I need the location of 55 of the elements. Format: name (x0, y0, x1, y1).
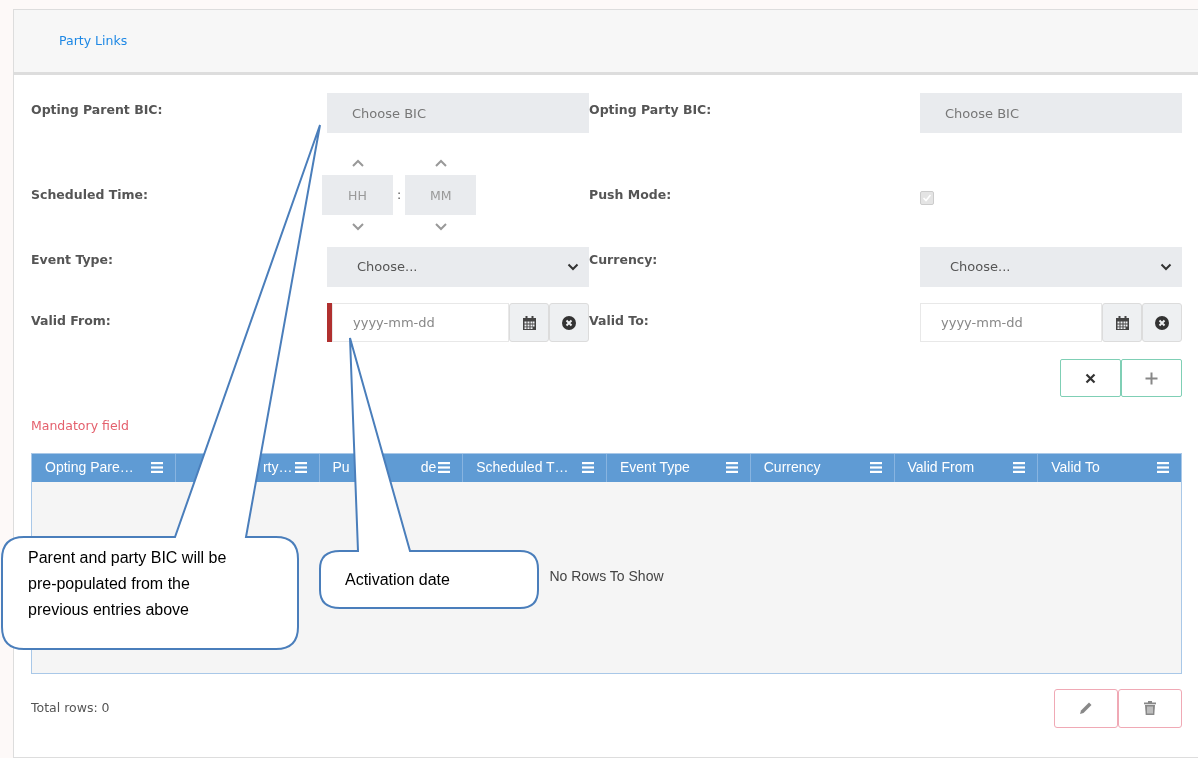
menu-icon[interactable] (1013, 462, 1026, 474)
field-label: Currency: (589, 252, 658, 267)
time-separator: : (397, 185, 402, 204)
column-header[interactable]: Valid From (894, 453, 1039, 482)
date-field[interactable]: yyyy-mm-dd (332, 303, 509, 342)
field-label: Valid From: (31, 313, 111, 328)
callout-text: Activation date (345, 570, 451, 590)
column-header[interactable]: Scheduled T… (463, 453, 607, 482)
field-label: Push Mode: (589, 185, 672, 204)
menu-icon[interactable] (150, 462, 163, 474)
menu-icon[interactable] (294, 462, 307, 474)
field-label: Event Type: (31, 252, 113, 267)
delete-button[interactable] (1118, 688, 1182, 728)
date-field[interactable]: yyyy-mm-dd (920, 303, 1102, 342)
column-header[interactable]: Opting Pare… (32, 453, 176, 482)
pencil-icon (1079, 701, 1093, 716)
bic-field[interactable]: Choose BIC (327, 93, 589, 133)
column-header[interactable]: Currency (750, 453, 895, 482)
menu-icon[interactable] (725, 462, 738, 474)
clear-icon (1155, 315, 1169, 330)
close-icon (1085, 372, 1096, 384)
time-field[interactable]: HH (322, 175, 393, 215)
panel-title[interactable]: Party Links (59, 31, 128, 51)
clear-date-button[interactable] (1142, 303, 1182, 342)
dropdown-caret-icon (1160, 263, 1172, 271)
field-label: Valid To: (589, 313, 649, 328)
edit-button[interactable] (1054, 688, 1118, 728)
field-label: Opting Party BIC: (589, 102, 712, 117)
empty-message: No Rows To Show (549, 566, 664, 586)
time-field[interactable]: MM (405, 175, 477, 215)
clear-date-button[interactable] (549, 303, 589, 342)
clear-button[interactable] (1060, 359, 1121, 397)
calendar-button[interactable] (509, 303, 549, 342)
calendar-icon (1115, 315, 1129, 330)
select-field[interactable]: Choose... (327, 247, 589, 287)
menu-icon[interactable] (582, 462, 594, 474)
field-label: Opting Parent BIC: (31, 102, 163, 117)
menu-icon[interactable] (438, 462, 451, 474)
calendar-icon (522, 315, 536, 330)
callout-text: Parent and party BIC will be pre-populated from the previous entries above (28, 548, 228, 620)
column-header[interactable]: Event Type (607, 453, 751, 482)
mandatory-note: Mandatory field (31, 418, 129, 433)
clear-icon (562, 315, 576, 330)
add-button[interactable] (1121, 359, 1182, 397)
total-rows: Total rows: 0 (31, 698, 110, 718)
trash-icon (1144, 701, 1156, 716)
calendar-button[interactable] (1102, 303, 1142, 342)
menu-icon[interactable] (869, 462, 882, 474)
dropdown-caret-icon (567, 263, 579, 271)
menu-icon[interactable] (1157, 462, 1169, 474)
field-label: Scheduled Time: (31, 185, 148, 204)
column-header[interactable]: Valid To (1038, 453, 1181, 482)
plus-icon (1145, 371, 1158, 385)
select-field[interactable]: Choose... (920, 247, 1182, 287)
bic-field[interactable]: Choose BIC (920, 93, 1182, 133)
